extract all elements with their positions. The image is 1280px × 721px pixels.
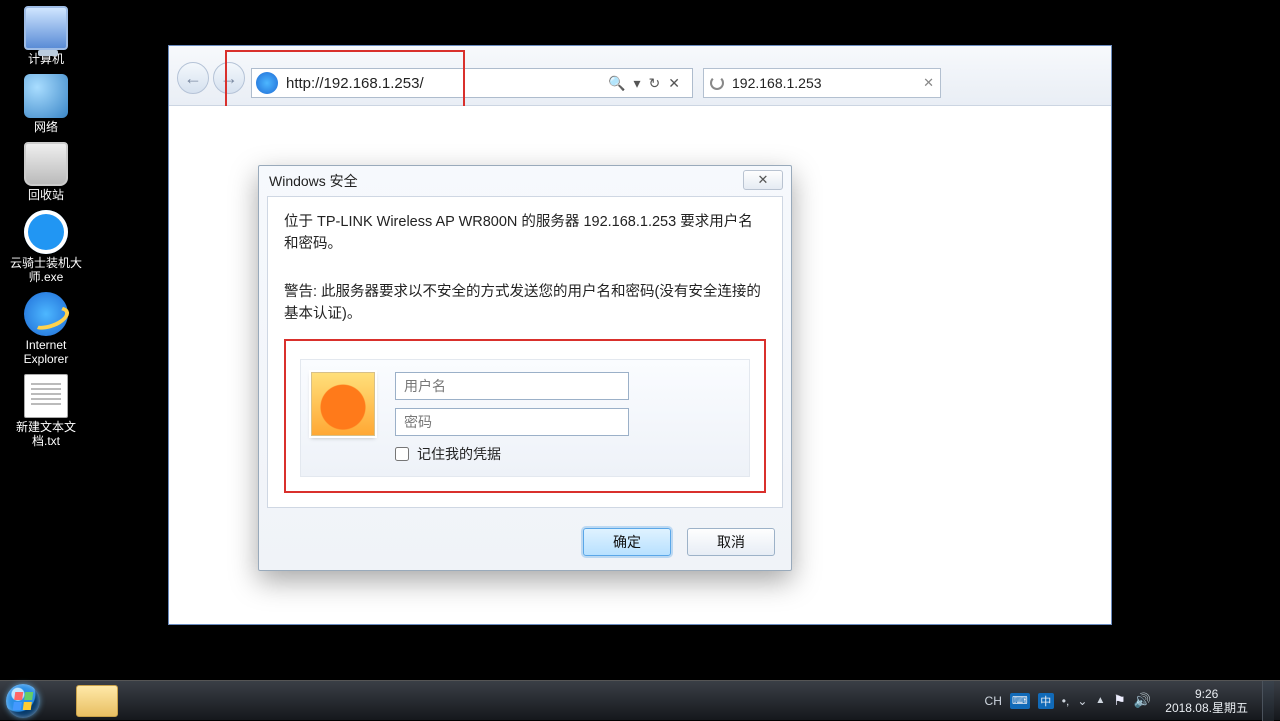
clock-time: 9:26 — [1165, 687, 1248, 701]
desktop-icon-yun[interactable]: 云骑士装机大师.exe — [4, 210, 88, 284]
ie-toolbar: ← → http://192.168.1.253/ 🔍 ▾ ↻ ✕ 192.16… — [169, 46, 1111, 106]
ime-punct-icon[interactable]: •, — [1062, 694, 1070, 708]
user-avatar-icon — [311, 372, 375, 436]
clock-date: 2018.08.星期五 — [1165, 701, 1248, 715]
dialog-warning: 警告: 此服务器要求以不安全的方式发送您的用户名和密码(没有安全连接的基本认证)… — [284, 281, 766, 325]
dialog-body: 位于 TP-LINK Wireless AP WR800N 的服务器 192.1… — [267, 196, 783, 508]
desktop-icon-recycle[interactable]: 回收站 — [4, 142, 88, 202]
desktop-icon-ie[interactable]: Internet Explorer — [4, 292, 88, 366]
desktop-icon-label: 回收站 — [4, 188, 88, 202]
taskbar: CH ⌨ 中 •, ⌄ ▲ ⚑ 🔊 9:26 2018.08.星期五 — [0, 680, 1280, 720]
dialog-message: 位于 TP-LINK Wireless AP WR800N 的服务器 192.1… — [284, 211, 766, 255]
username-field[interactable] — [395, 372, 629, 400]
volume-icon[interactable]: 🔊 — [1134, 692, 1151, 709]
start-button[interactable] — [0, 681, 46, 721]
ie-page-icon — [256, 72, 278, 94]
ime-lang[interactable]: CH — [985, 694, 1002, 708]
desktop-icon-network[interactable]: 网络 — [4, 74, 88, 134]
taskbar-explorer[interactable] — [76, 685, 118, 717]
search-icon[interactable]: 🔍 — [608, 75, 625, 92]
dialog-title: Windows 安全 — [259, 166, 791, 196]
recycle-icon — [24, 142, 68, 186]
app-icon — [24, 210, 68, 254]
remember-label: 记住我的凭据 — [417, 444, 501, 464]
network-icon — [24, 74, 68, 118]
tab-title: 192.168.1.253 — [732, 75, 915, 91]
loading-icon — [710, 76, 724, 90]
windows-orb-icon — [6, 684, 40, 718]
desktop-icon-label: 新建文本文档.txt — [4, 420, 88, 448]
remember-checkbox[interactable] — [395, 447, 409, 461]
annotation-highlight: 记住我的凭据 — [284, 339, 766, 493]
tab-close-icon[interactable]: ✕ — [923, 75, 934, 91]
computer-icon — [24, 6, 68, 50]
show-desktop-button[interactable] — [1262, 681, 1274, 721]
ime-indicator-icon[interactable]: ⌨ — [1010, 693, 1030, 709]
system-tray: CH ⌨ 中 •, ⌄ ▲ ⚑ 🔊 9:26 2018.08.星期五 — [985, 681, 1280, 720]
desktop-icon-computer[interactable]: 计算机 — [4, 6, 88, 66]
desktop-icon-label: Internet Explorer — [4, 338, 88, 366]
remember-credentials[interactable]: 记住我的凭据 — [395, 444, 739, 464]
desktop-icon-label: 云骑士装机大师.exe — [4, 256, 88, 284]
credentials-panel: 记住我的凭据 — [300, 359, 750, 477]
password-field[interactable] — [395, 408, 629, 436]
address-tools: 🔍 ▾ ↻ ✕ — [608, 69, 686, 97]
ime-options-icon[interactable]: ⌄ — [1077, 694, 1087, 708]
desktop: 计算机 网络 回收站 云骑士装机大师.exe Internet Explorer… — [0, 0, 90, 456]
action-center-icon[interactable]: ⚑ — [1113, 692, 1126, 709]
back-button[interactable]: ← — [177, 62, 209, 94]
browser-tab[interactable]: 192.168.1.253 ✕ — [703, 68, 941, 98]
cancel-button[interactable]: 取消 — [687, 528, 775, 556]
ime-mode[interactable]: 中 — [1038, 693, 1054, 709]
stop-icon[interactable]: ✕ — [668, 75, 680, 92]
forward-button[interactable]: → — [213, 62, 245, 94]
taskbar-clock[interactable]: 9:26 2018.08.星期五 — [1165, 687, 1248, 715]
desktop-icon-txt[interactable]: 新建文本文档.txt — [4, 374, 88, 448]
tray-expand-icon[interactable]: ▲ — [1095, 695, 1105, 706]
ok-button[interactable]: 确定 — [583, 528, 671, 556]
ie-icon — [24, 292, 68, 336]
text-file-icon — [24, 374, 68, 418]
dialog-close-button[interactable]: ✕ — [743, 170, 783, 190]
address-bar[interactable]: http://192.168.1.253/ 🔍 ▾ ↻ ✕ — [251, 68, 693, 98]
refresh-icon[interactable]: ↻ — [649, 75, 661, 92]
windows-security-dialog: Windows 安全 ✕ 位于 TP-LINK Wireless AP WR80… — [258, 165, 792, 571]
desktop-icon-label: 网络 — [4, 120, 88, 134]
dropdown-icon[interactable]: ▾ — [634, 75, 641, 92]
